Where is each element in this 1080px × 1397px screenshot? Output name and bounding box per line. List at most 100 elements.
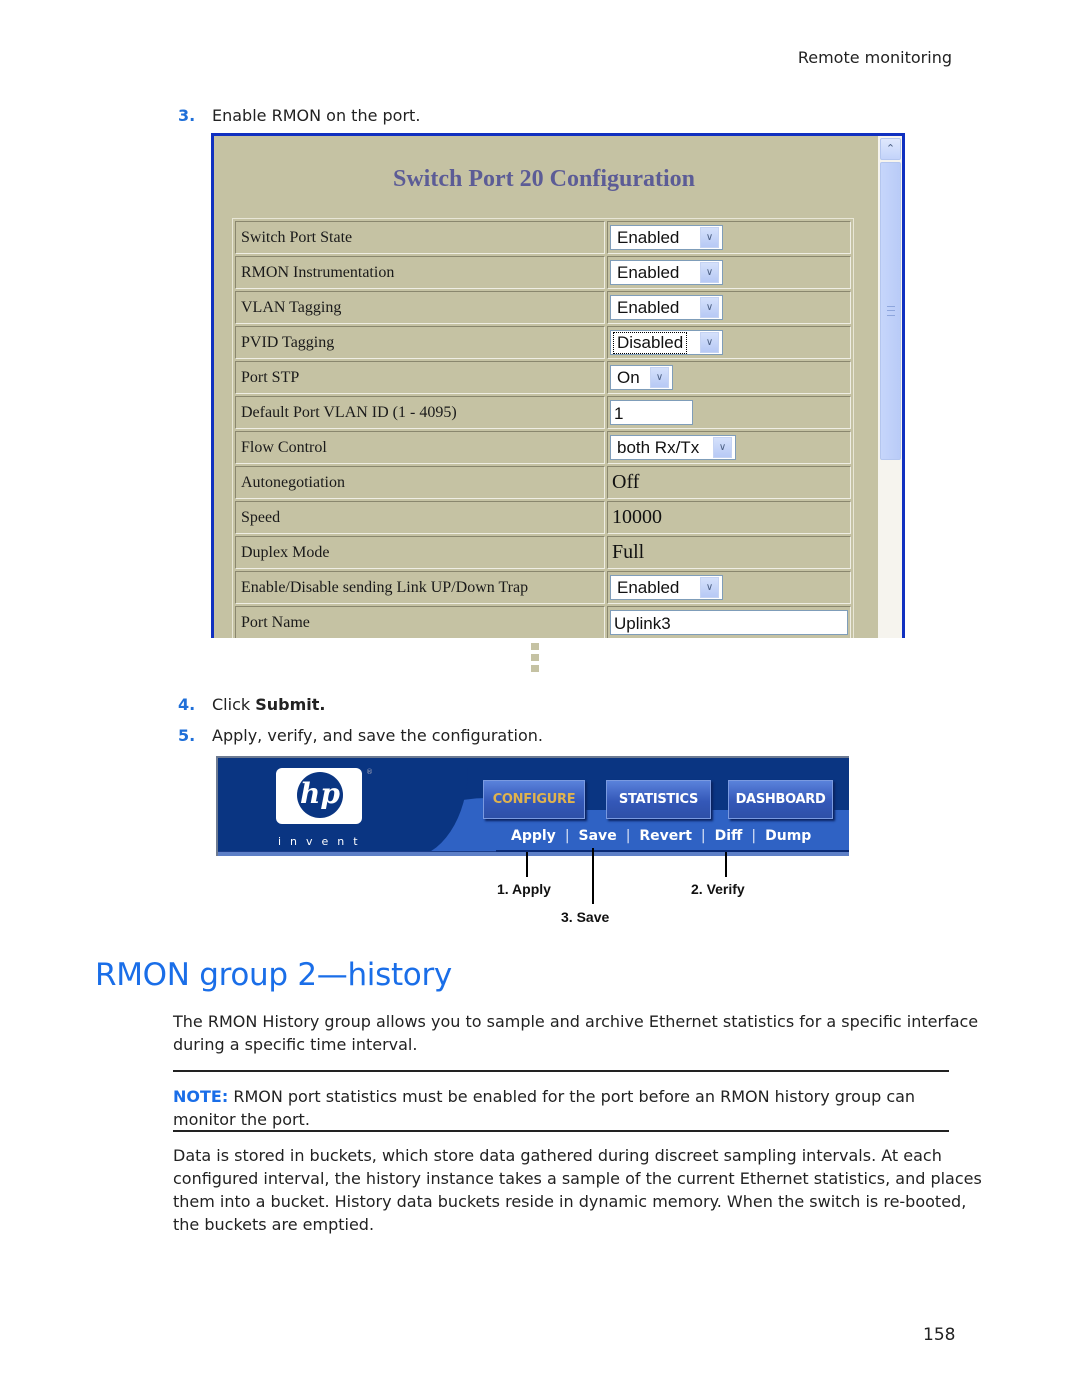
callout-apply: 1. Apply bbox=[497, 881, 551, 897]
page-number: 158 bbox=[923, 1325, 956, 1345]
chevron-down-icon[interactable]: ∨ bbox=[700, 577, 719, 598]
step-number: 4. bbox=[178, 695, 196, 714]
step-4: 4. Click Submit. bbox=[178, 695, 325, 714]
tab-dashboard[interactable]: DASHBOARD bbox=[728, 780, 833, 819]
config-value-cell: Disabled ∨ bbox=[607, 326, 851, 359]
dot bbox=[531, 643, 539, 650]
select-value: Enabled bbox=[617, 227, 680, 247]
config-row: Duplex Mode Full bbox=[235, 536, 851, 569]
chevron-down-icon[interactable]: ∨ bbox=[700, 297, 719, 318]
config-value-cell: Full bbox=[607, 536, 851, 569]
hp-banner-screenshot: hp ® invent CONFIGURE STATISTICS DASHBOA… bbox=[216, 756, 849, 856]
hp-logo: hp bbox=[276, 768, 362, 824]
callout-verify: 2. Verify bbox=[691, 881, 745, 897]
config-value-cell: 10000 bbox=[607, 501, 851, 534]
config-label: VLAN Tagging bbox=[235, 291, 605, 324]
chevron-down-icon[interactable]: ∨ bbox=[700, 332, 719, 353]
config-label: Duplex Mode bbox=[235, 536, 605, 569]
vlan-id-input[interactable]: 1 bbox=[610, 400, 693, 425]
config-row: Autonegotiation Off bbox=[235, 466, 851, 499]
config-select[interactable]: Enabled ∨ bbox=[610, 225, 723, 250]
step-number: 5. bbox=[178, 726, 196, 745]
config-label: Autonegotiation bbox=[235, 466, 605, 499]
select-value: Disabled bbox=[612, 331, 688, 354]
callout-line-save bbox=[592, 848, 594, 904]
section-heading: RMON group 2—history bbox=[95, 957, 452, 993]
config-readonly-value: Off bbox=[612, 471, 640, 493]
config-row: Port Name Uplink3 bbox=[235, 606, 851, 638]
config-row: Switch Port State Enabled ∨ bbox=[235, 221, 851, 254]
hp-logo-mark: hp bbox=[297, 772, 343, 818]
config-label: Switch Port State bbox=[235, 221, 605, 254]
callout-line-apply bbox=[526, 852, 528, 877]
config-select[interactable]: Enabled ∨ bbox=[610, 295, 723, 320]
config-label: Flow Control bbox=[235, 431, 605, 464]
config-label: Enable/Disable sending Link UP/Down Trap bbox=[235, 571, 605, 604]
select-value: Enabled bbox=[617, 577, 680, 597]
config-value-cell: 1 bbox=[607, 396, 851, 429]
dump-link[interactable]: Dump bbox=[765, 828, 811, 844]
config-readonly-value: Full bbox=[612, 541, 645, 563]
config-select[interactable]: On ∨ bbox=[610, 365, 673, 390]
chevron-down-icon[interactable]: ∨ bbox=[700, 262, 719, 283]
config-row: Flow Control both Rx/Tx ∨ bbox=[235, 431, 851, 464]
vertical-scrollbar[interactable]: ⌃ bbox=[878, 136, 902, 638]
config-row: RMON Instrumentation Enabled ∨ bbox=[235, 256, 851, 289]
callout-line-verify bbox=[725, 852, 727, 877]
dot bbox=[531, 665, 539, 672]
config-panel: Switch Port 20 Configuration Switch Port… bbox=[214, 136, 902, 638]
tab-statistics[interactable]: STATISTICS bbox=[606, 780, 711, 819]
intro-paragraph: The RMON History group allows you to sam… bbox=[173, 1012, 979, 1054]
config-label: Port Name bbox=[235, 606, 605, 638]
registered-mark: ® bbox=[366, 768, 373, 776]
config-label: RMON Instrumentation bbox=[235, 256, 605, 289]
step-text: Enable RMON on the port. bbox=[212, 106, 421, 125]
config-value-cell: Enabled ∨ bbox=[607, 221, 851, 254]
apply-link[interactable]: Apply bbox=[511, 828, 556, 844]
revert-link[interactable]: Revert bbox=[639, 828, 692, 844]
step-text: Apply, verify, and save the configuratio… bbox=[212, 726, 543, 745]
config-value-cell: On ∨ bbox=[607, 361, 851, 394]
config-select[interactable]: Disabled ∨ bbox=[610, 330, 723, 355]
config-select[interactable]: Enabled ∨ bbox=[610, 575, 723, 600]
port-name-input[interactable]: Uplink3 bbox=[610, 610, 848, 635]
config-row: Enable/Disable sending Link UP/Down Trap… bbox=[235, 571, 851, 604]
config-label: Speed bbox=[235, 501, 605, 534]
note-top-rule bbox=[173, 1070, 949, 1072]
config-select[interactable]: Enabled ∨ bbox=[610, 260, 723, 285]
select-value: Enabled bbox=[617, 262, 680, 282]
config-label: PVID Tagging bbox=[235, 326, 605, 359]
config-select[interactable]: both Rx/Tx ∨ bbox=[610, 435, 736, 460]
config-title: Switch Port 20 Configuration bbox=[393, 166, 695, 192]
config-readonly-value: 10000 bbox=[612, 506, 662, 528]
config-table: Switch Port State Enabled ∨ RMON Instrument… bbox=[232, 218, 854, 638]
config-value-cell: Enabled ∨ bbox=[607, 571, 851, 604]
diff-link[interactable]: Diff bbox=[715, 828, 743, 844]
select-value: On bbox=[617, 367, 640, 387]
running-header: Remote monitoring bbox=[797, 48, 952, 67]
chevron-down-icon[interactable]: ∨ bbox=[700, 227, 719, 248]
note-bottom-rule bbox=[173, 1130, 949, 1132]
scroll-up-arrow-icon[interactable]: ⌃ bbox=[880, 138, 901, 160]
select-value: Enabled bbox=[617, 297, 680, 317]
scrollbar-thumb[interactable] bbox=[880, 162, 901, 460]
config-label: Default Port VLAN ID (1 - 4095) bbox=[235, 396, 605, 429]
grip-icon bbox=[887, 306, 895, 316]
note-label: NOTE: bbox=[173, 1087, 229, 1106]
config-value-cell: both Rx/Tx ∨ bbox=[607, 431, 851, 464]
save-link[interactable]: Save bbox=[579, 828, 617, 844]
action-links: Apply | Save | Revert | Diff | Dump bbox=[511, 828, 812, 844]
select-value: both Rx/Tx bbox=[617, 437, 700, 457]
config-row: PVID Tagging Disabled ∨ bbox=[235, 326, 851, 359]
config-row: Port STP On ∨ bbox=[235, 361, 851, 394]
chevron-down-icon[interactable]: ∨ bbox=[713, 437, 732, 458]
note-text: RMON port statistics must be enabled for… bbox=[173, 1087, 916, 1129]
dot bbox=[531, 654, 539, 661]
switch-port-config-screenshot: Switch Port 20 Configuration Switch Port… bbox=[211, 133, 905, 638]
step-text: Click bbox=[212, 695, 256, 714]
step-number: 3. bbox=[178, 106, 196, 125]
config-value-cell: Enabled ∨ bbox=[607, 291, 851, 324]
tab-configure[interactable]: CONFIGURE bbox=[483, 780, 585, 819]
chevron-down-icon[interactable]: ∨ bbox=[650, 367, 669, 388]
config-value-cell: Off bbox=[607, 466, 851, 499]
